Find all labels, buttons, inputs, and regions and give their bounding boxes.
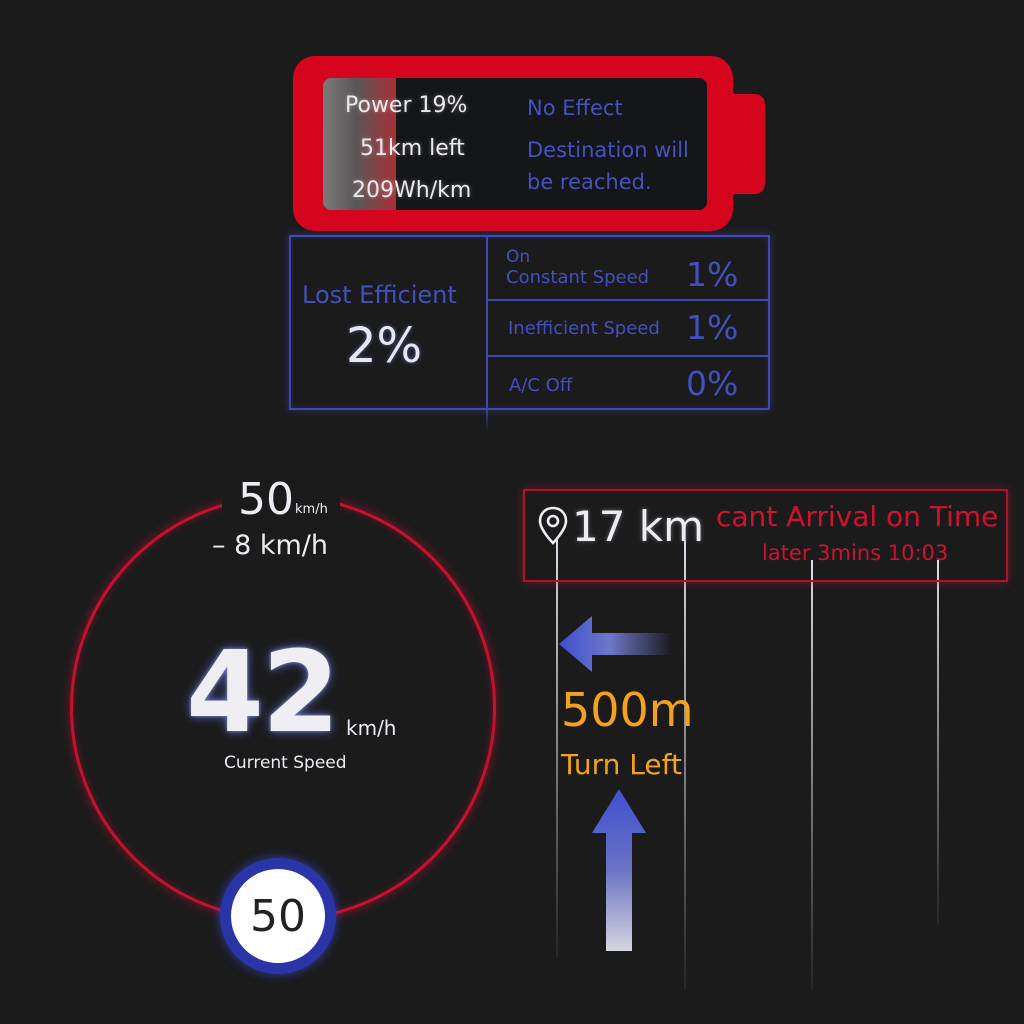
lane-line xyxy=(556,540,558,958)
efficiency-row-label: Inefficient Speed xyxy=(508,318,660,339)
efficiency-row-label-line1: On xyxy=(506,247,531,267)
efficiency-row-divider xyxy=(488,299,770,301)
lost-efficiency-title: Lost Efficient xyxy=(302,281,457,309)
target-speed-unit: km/h xyxy=(295,502,328,517)
location-pin-icon xyxy=(538,506,568,545)
efficiency-row-value: 0% xyxy=(686,364,739,403)
maneuver-distance: 500m xyxy=(561,683,694,737)
efficiency-row-value: 1% xyxy=(686,255,739,294)
speed-delta-label: – 8 km/h xyxy=(212,530,328,561)
battery-icon-tip xyxy=(731,94,765,194)
efficiency-row-label: A/C Off xyxy=(509,375,573,396)
destination-status-line2: be reached. xyxy=(527,170,652,194)
lane-line xyxy=(684,540,686,990)
battery-power-label: Power 19% xyxy=(345,93,468,118)
battery-effect-label: No Effect xyxy=(527,96,623,120)
speed-limit-value: 50 xyxy=(250,890,306,942)
lane-line xyxy=(811,560,813,990)
battery-consumption-label: 209Wh/km xyxy=(352,178,472,203)
speed-limit-sign: 50 xyxy=(220,858,336,974)
efficiency-row-divider xyxy=(488,355,770,357)
current-speed-value: 42 xyxy=(186,628,340,758)
lane-line xyxy=(937,560,939,925)
arrival-warning-title: cant Arrival on Time xyxy=(716,500,999,533)
arrow-up-icon xyxy=(592,789,646,951)
efficiency-row-label: Constant Speed xyxy=(506,267,650,288)
arrival-warning-detail: later 3mins 10:03 xyxy=(762,541,949,565)
destination-status-line1: Destination will xyxy=(527,138,689,162)
battery-range-label: 51km left xyxy=(360,136,465,161)
current-speed-label: Current Speed xyxy=(224,753,347,773)
maneuver-label: Turn Left xyxy=(561,748,682,781)
lost-efficiency-total: 2% xyxy=(346,318,423,374)
arrow-left-icon xyxy=(559,616,672,672)
efficiency-divider xyxy=(486,237,488,433)
efficiency-row-value: 1% xyxy=(686,308,739,347)
route-distance: 17 km xyxy=(572,502,705,551)
target-speed-value: 50 xyxy=(238,474,294,525)
current-speed-unit: km/h xyxy=(346,716,397,740)
